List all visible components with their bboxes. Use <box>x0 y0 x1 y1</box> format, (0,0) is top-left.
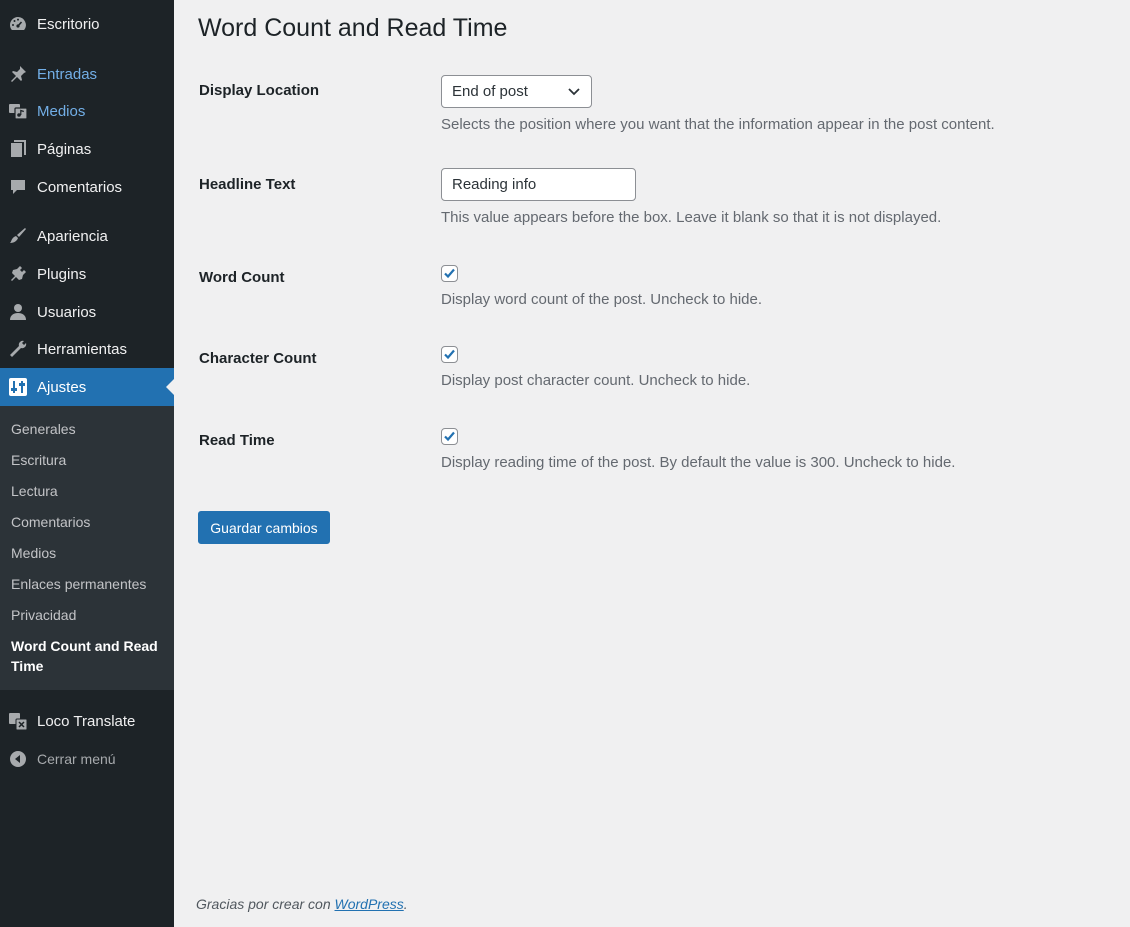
word-count-description: Display word count of the post. Uncheck … <box>441 291 763 308</box>
media-icon <box>8 101 28 121</box>
collapse-menu-button[interactable]: Cerrar menú <box>0 741 174 777</box>
save-changes-button[interactable]: Guardar cambios <box>198 511 330 544</box>
checkmark-icon <box>444 431 455 442</box>
admin-sidebar: Escritorio Entradas Medios Páginas Comen… <box>0 0 174 927</box>
page-title: Word Count and Read Time <box>198 14 508 42</box>
admin-footer: Gracias por crear con WordPress. <box>196 896 408 912</box>
collapse-arrow-icon <box>8 749 28 769</box>
pages-icon <box>8 139 28 159</box>
display-location-description: Selects the position where you want that… <box>441 116 995 133</box>
comments-icon <box>8 177 28 197</box>
pin-icon <box>8 64 28 84</box>
chevron-down-icon <box>566 83 582 99</box>
settings-submenu: Generales Escritura Lectura Comentarios … <box>0 406 174 690</box>
sidebar-item-comentarios[interactable]: Comentarios <box>0 169 174 205</box>
sidebar-item-label: Comentarios <box>37 178 123 196</box>
sidebar-item-label: Cerrar menú <box>37 751 116 767</box>
character-count-label: Character Count <box>199 350 317 367</box>
submenu-item-comentarios[interactable]: Comentarios <box>11 514 90 530</box>
checkmark-icon <box>444 268 455 279</box>
sidebar-item-label: Entradas <box>37 65 98 83</box>
sidebar-item-medios[interactable]: Medios <box>0 93 174 129</box>
translate-icon <box>8 711 28 731</box>
word-count-checkbox[interactable] <box>441 265 458 282</box>
submenu-item-enlaces-permanentes[interactable]: Enlaces permanentes <box>11 576 146 592</box>
footer-suffix: . <box>403 896 408 912</box>
submenu-item-medios[interactable]: Medios <box>11 545 56 561</box>
sidebar-item-plugins[interactable]: Plugins <box>0 256 174 292</box>
display-location-select[interactable]: End of post <box>441 75 592 108</box>
sidebar-item-label: Páginas <box>37 140 92 158</box>
headline-text-input[interactable] <box>441 168 636 201</box>
submenu-item-lectura[interactable]: Lectura <box>11 483 58 499</box>
plug-icon <box>8 264 28 284</box>
read-time-label: Read Time <box>199 432 275 449</box>
submenu-item-privacidad[interactable]: Privacidad <box>11 607 76 623</box>
sidebar-item-escritorio[interactable]: Escritorio <box>0 6 174 42</box>
sidebar-item-label: Medios <box>37 102 86 120</box>
checkmark-icon <box>444 349 455 360</box>
word-count-label: Word Count <box>199 269 285 286</box>
display-location-value: End of post <box>452 83 528 100</box>
sidebar-item-usuarios[interactable]: Usuarios <box>0 294 174 330</box>
sidebar-item-entradas[interactable]: Entradas <box>0 56 174 92</box>
sidebar-item-label: Ajustes <box>37 378 87 396</box>
sidebar-item-paginas[interactable]: Páginas <box>0 131 174 167</box>
wordpress-link[interactable]: WordPress <box>335 896 404 912</box>
sidebar-item-label: Usuarios <box>37 303 97 321</box>
sidebar-item-label: Herramientas <box>37 340 128 358</box>
sidebar-item-label: Apariencia <box>37 227 108 245</box>
footer-text: Gracias por crear con <box>196 896 335 912</box>
submenu-item-generales[interactable]: Generales <box>11 421 76 437</box>
sidebar-item-loco-translate[interactable]: Loco Translate <box>0 703 174 739</box>
brush-icon <box>8 226 28 246</box>
character-count-checkbox[interactable] <box>441 346 458 363</box>
display-location-label: Display Location <box>199 82 320 99</box>
dashboard-icon <box>8 14 28 34</box>
headline-text-description: This value appears before the box. Leave… <box>441 209 942 226</box>
read-time-description: Display reading time of the post. By def… <box>441 454 956 471</box>
user-icon <box>8 302 28 322</box>
submenu-item-word-count[interactable]: Word Count and Read Time <box>11 636 166 676</box>
sidebar-item-ajustes[interactable]: Ajustes <box>0 368 174 406</box>
read-time-checkbox[interactable] <box>441 428 458 445</box>
settings-sliders-icon <box>8 377 28 397</box>
sidebar-item-label: Loco Translate <box>37 712 136 730</box>
sidebar-item-label: Plugins <box>37 265 87 283</box>
sidebar-item-apariencia[interactable]: Apariencia <box>0 218 174 254</box>
headline-text-label: Headline Text <box>199 176 296 193</box>
sidebar-item-herramientas[interactable]: Herramientas <box>0 331 174 367</box>
wrench-icon <box>8 339 28 359</box>
sidebar-item-label: Escritorio <box>37 15 100 33</box>
submenu-item-escritura[interactable]: Escritura <box>11 452 66 468</box>
character-count-description: Display post character count. Uncheck to… <box>441 372 751 389</box>
